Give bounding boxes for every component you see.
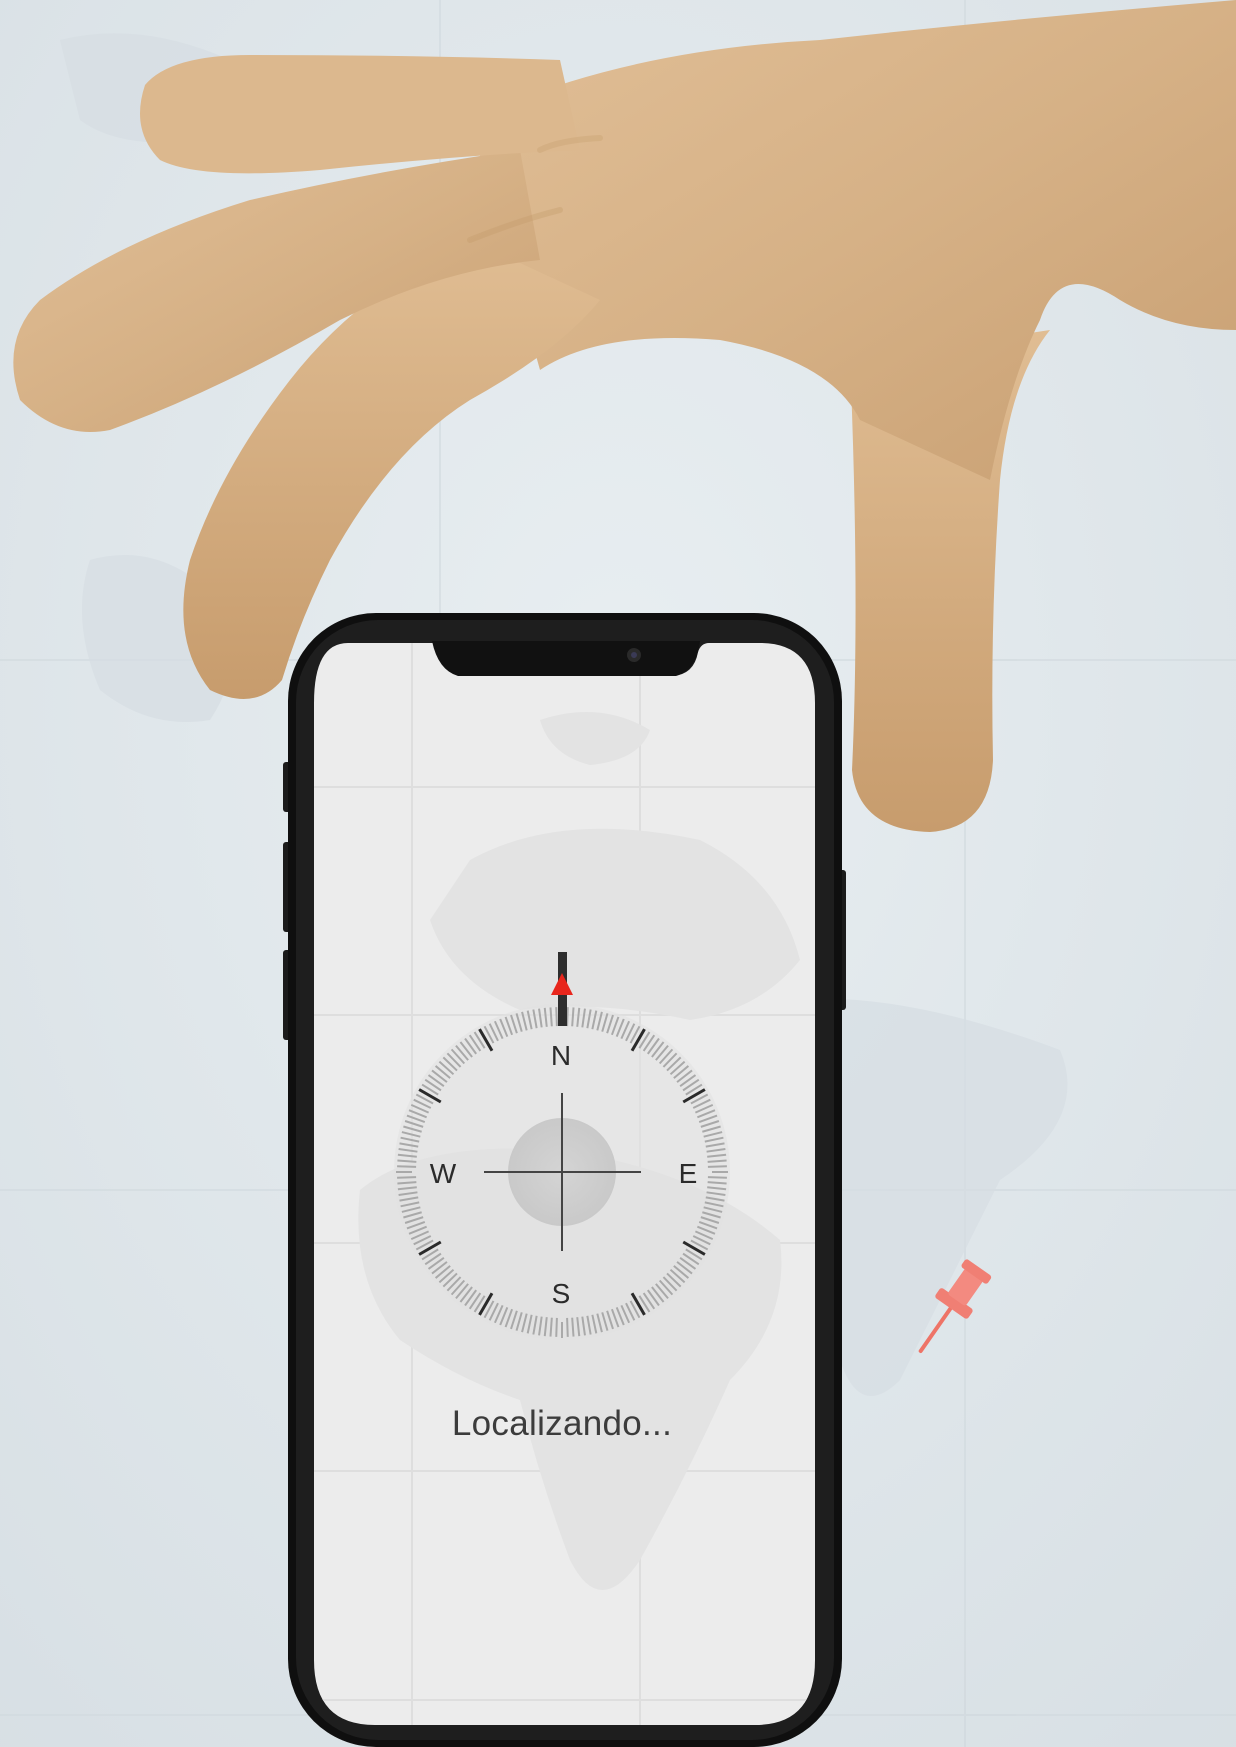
compass-label-north: N [551,1040,571,1071]
compass-label-south: S [552,1278,571,1309]
scene: N E S W [0,0,1236,1747]
compass-minor-tick [397,1181,417,1185]
compass-label-east: E [679,1158,698,1189]
compass-label-west: W [430,1158,457,1189]
compass-minor-tick [549,1007,553,1027]
compass-minor-tick [397,1176,417,1179]
compass-minor-tick [566,1007,569,1027]
compass-minor-tick [397,1165,417,1168]
compass-minor-tick [397,1159,417,1163]
compass-minor-tick [555,1007,558,1027]
compass-minor-tick [566,1317,569,1337]
compass-minor-tick [571,1007,575,1027]
compass-minor-tick [707,1176,727,1179]
locating-status-text: Localizando... [451,1404,673,1443]
compass-minor-tick [571,1317,575,1337]
compass-minor-tick [707,1165,727,1168]
compass-minor-tick [549,1317,553,1337]
compass-minor-tick [555,1317,558,1337]
phone-notch [432,641,700,676]
compass-minor-tick [707,1181,727,1185]
compass-minor-tick [707,1159,727,1163]
